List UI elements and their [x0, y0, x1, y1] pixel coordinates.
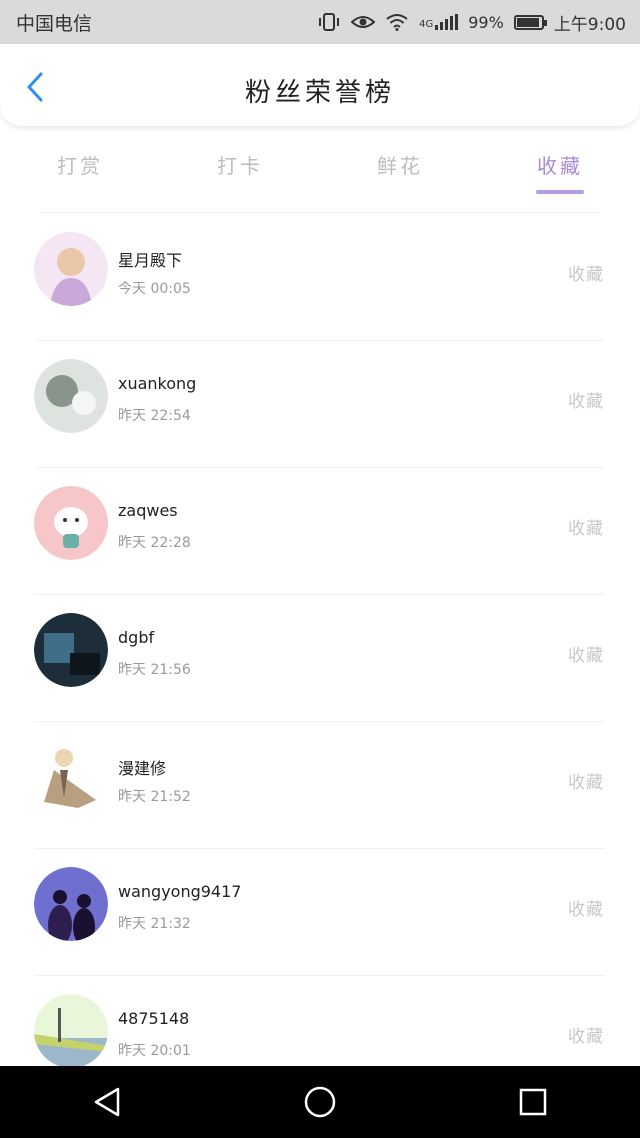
page-title: 粉丝荣誉榜	[244, 78, 395, 108]
battery-percent: 99%	[468, 12, 504, 32]
clock: 上午9:00	[553, 14, 626, 35]
list-item[interactable]: zaqwes 昨天 22:28 收藏	[34, 468, 604, 595]
eye-icon	[351, 16, 376, 28]
tab-label: 鲜花	[377, 154, 423, 178]
avatar[interactable]	[34, 232, 108, 306]
fan-name: dgbf	[118, 628, 155, 647]
navigation-bar	[0, 1066, 640, 1138]
network-type-label: 4G	[419, 19, 434, 30]
recent-square-icon	[520, 1088, 547, 1116]
favorite-action[interactable]: 收藏	[568, 641, 604, 666]
fan-time: 昨天 20:01	[118, 1043, 191, 1059]
home-circle-icon	[304, 1086, 336, 1118]
battery-icon	[513, 14, 547, 30]
fan-name: 星月殿下	[118, 251, 183, 270]
avatar[interactable]	[34, 994, 108, 1068]
battery-fill	[516, 17, 539, 27]
fan-name: 漫建修	[118, 759, 167, 778]
list-item[interactable]: wangyong9417 昨天 21:32 收藏	[34, 849, 604, 976]
favorite-action[interactable]: 收藏	[568, 895, 604, 920]
fan-name: xuankong	[118, 374, 197, 393]
avatar[interactable]	[34, 486, 108, 560]
signal-icon	[435, 14, 459, 30]
avatar[interactable]	[34, 359, 108, 433]
tab-label: 打赏	[57, 154, 103, 178]
favorite-action[interactable]: 收藏	[568, 514, 604, 539]
nav-recent-button[interactable]	[503, 1072, 563, 1132]
back-triangle-icon	[94, 1087, 119, 1117]
wifi-icon	[386, 14, 408, 31]
favorite-action[interactable]: 收藏	[568, 1022, 604, 1047]
avatar[interactable]	[34, 867, 108, 941]
fan-time: 昨天 21:52	[118, 789, 191, 805]
fan-time: 今天 00:05	[118, 281, 191, 297]
fan-name: wangyong9417	[118, 882, 242, 901]
vibrate-icon	[319, 13, 340, 31]
divider	[40, 212, 600, 213]
list-item[interactable]: dgbf 昨天 21:56 收藏	[34, 595, 604, 722]
tab-checkin[interactable]: 打卡	[160, 140, 320, 196]
avatar[interactable]	[34, 740, 108, 814]
fan-name: zaqwes	[118, 501, 178, 520]
favorite-action[interactable]: 收藏	[568, 387, 604, 412]
favorite-action[interactable]: 收藏	[568, 768, 604, 793]
list-item[interactable]: 星月殿下 今天 00:05 收藏	[34, 214, 604, 341]
fan-time: 昨天 21:56	[118, 662, 191, 678]
list-item[interactable]: 漫建修 昨天 21:52 收藏	[34, 722, 604, 849]
fan-time: 昨天 22:54	[118, 408, 191, 424]
avatar[interactable]	[34, 613, 108, 687]
tab-favorites[interactable]: 收藏	[480, 140, 640, 196]
active-tab-indicator	[536, 190, 584, 194]
favorite-action[interactable]: 收藏	[568, 260, 604, 285]
tab-label: 打卡	[217, 154, 263, 178]
carrier-label: 中国电信	[16, 12, 93, 35]
list-item[interactable]: xuankong 昨天 22:54 收藏	[34, 341, 604, 468]
nav-back-button[interactable]	[77, 1072, 137, 1132]
fan-list: 星月殿下 今天 00:05 收藏 xuankong 昨天 22:54 收藏 za…	[0, 214, 640, 1103]
nav-home-button[interactable]	[290, 1072, 350, 1132]
tab-label: 收藏	[537, 154, 583, 178]
fan-time: 昨天 22:28	[118, 535, 191, 551]
tab-reward[interactable]: 打赏	[0, 140, 160, 196]
tab-flowers[interactable]: 鲜花	[320, 140, 480, 196]
status-bar: 中国电信 4G 99% 上午9:00	[0, 0, 640, 44]
tab-bar: 打赏 打卡 鲜花 收藏	[0, 140, 640, 196]
fan-time: 昨天 21:32	[118, 916, 191, 932]
header: 粉丝荣誉榜	[0, 44, 640, 127]
status-icons: 4G 99% 上午9:00	[317, 10, 626, 35]
fan-name: 4875148	[118, 1009, 190, 1028]
